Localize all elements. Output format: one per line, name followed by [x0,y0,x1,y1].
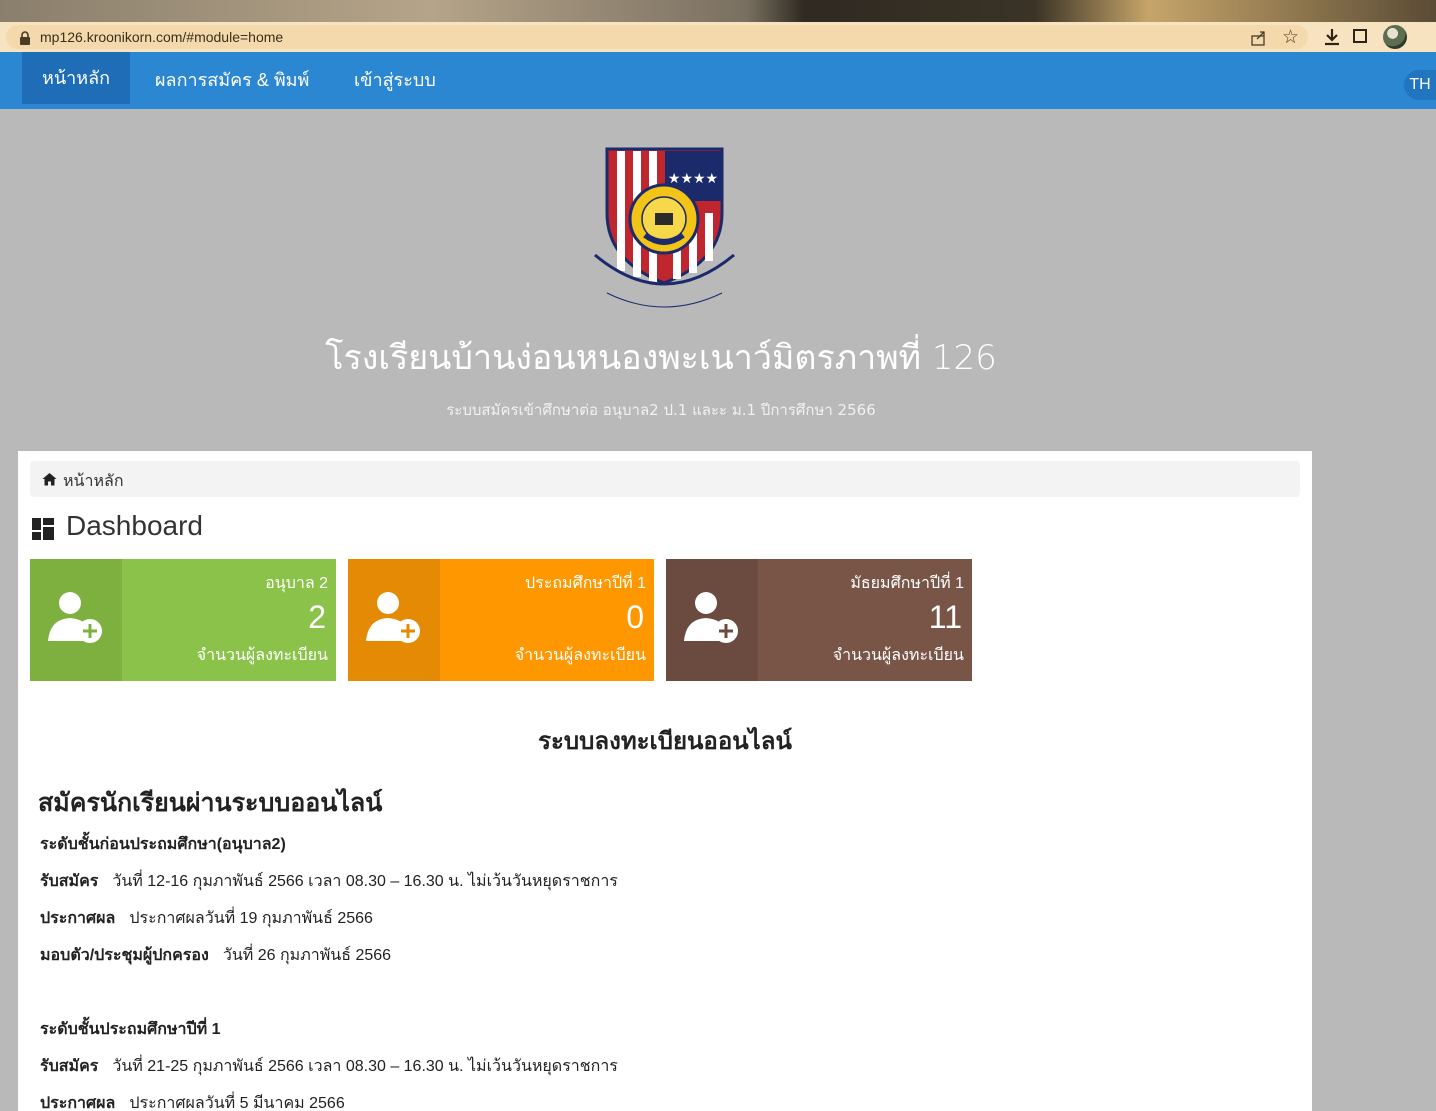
add-user-icon [684,592,738,643]
main-content-panel: หน้าหลัก Dashboard อนุบาล 2 2 จำนวนผู้ลง… [18,451,1312,1111]
logo-stars: ★★★★ [668,171,718,187]
card-caption: จำนวนผู้ลงทะเบียน [514,647,646,664]
announce-text: ประกาศผลวันที่ 5 มีนาคม 2566 [129,1095,345,1111]
main-navbar: หน้าหลัก ผลการสมัคร & พิมพ์ เข้าสู่ระบบ … [0,52,1436,109]
card-icon-box [348,559,440,681]
primary-heading-text: ระดับชั้นประถมศึกษาปีที่ 1 [40,1021,221,1038]
lock-icon [20,31,30,45]
stat-card-kindergarten[interactable]: อนุบาล 2 2 จำนวนผู้ลงทะเบียน [30,559,336,681]
card-count: 11 [928,599,962,635]
profile-avatar[interactable] [1383,25,1407,49]
card-caption: จำนวนผู้ลงทะเบียน [196,647,328,664]
dashboard-icon [32,518,54,540]
add-user-icon [48,592,102,643]
school-logo: ★★★★ [594,147,735,308]
announce-label: ประกาศผล [40,910,116,927]
share-icon[interactable] [1250,29,1268,47]
breadcrumb: หน้าหลัก [30,461,1300,497]
announce-text: ประกาศผลวันที่ 19 กุมภาพันธ์ 2566 [129,910,373,927]
card-label: ประถมศึกษาปีที่ 1 [525,575,646,592]
language-switch[interactable]: TH [1404,70,1436,100]
announce-label: ประกาศผล [40,1095,116,1111]
nav-home[interactable]: หน้าหลัก [22,52,131,104]
report-text: วันที่ 26 กุมภาพันธ์ 2566 [222,947,392,964]
home-icon [42,473,57,486]
nav-login[interactable]: เข้าสู่ระบบ [354,52,436,109]
dashboard-title: Dashboard [66,510,203,541]
stat-card-secondary-1[interactable]: มัธยมศึกษาปีที่ 1 11 จำนวนผู้ลงทะเบียน [666,559,972,681]
download-icon[interactable] [1322,27,1342,47]
bookmark-star-icon[interactable]: ☆ [1282,26,1299,48]
breadcrumb-home[interactable]: หน้าหลัก [63,469,124,494]
apply-text: วันที่ 12-16 กุมภาพันธ์ 2566 เวลา 08.30 … [112,873,618,890]
kindergarten-report-line: มอบตัว/ประชุมผู้ปกครอง วันที่ 26 กุมภาพัน… [40,943,391,968]
kindergarten-apply-line: รับสมัคร วันที่ 12-16 กุมภาพันธ์ 2566 เวล… [40,869,618,894]
school-name: โรงเรียนบ้านง่อนหนองพะเนาว์มิตรภาพที่ 12… [325,338,997,378]
card-icon-box [30,559,122,681]
card-caption: จำนวนผู้ลงทะเบียน [832,647,964,664]
school-subtitle: ระบบสมัครเข้าศึกษาต่อ อนุบาล2 ป.1 และะ ม… [446,401,876,419]
url-text: mp126.kroonikorn.com/#module=home [40,29,284,45]
apply-text: วันที่ 21-25 กุมภาพันธ์ 2566 เวลา 08.30 … [112,1058,618,1075]
primary-heading: ระดับชั้นประถมศึกษาปีที่ 1 [40,1017,221,1042]
background-photo-strip [0,0,1436,22]
browser-address-bar: mp126.kroonikorn.com/#module=home ☆ [0,22,1436,52]
side-panel-icon[interactable] [1353,29,1367,43]
apply-label: รับสมัคร [40,873,99,890]
add-user-icon [366,592,420,643]
stat-card-primary-1[interactable]: ประถมศึกษาปีที่ 1 0 จำนวนผู้ลงทะเบียน [348,559,654,681]
card-icon-box [666,559,758,681]
report-label: มอบตัว/ประชุมผู้ปกครอง [40,947,209,964]
section-title: ระบบลงทะเบียนออนไลน์ [538,728,792,755]
card-count: 2 [308,599,326,635]
card-label: อนุบาล 2 [265,575,328,592]
card-label: มัธยมศึกษาปีที่ 1 [850,575,964,592]
url-field[interactable]: mp126.kroonikorn.com/#module=home ☆ [6,25,1308,49]
primary-announce-line: ประกาศผล ประกาศผลวันที่ 5 มีนาคม 2566 [40,1091,345,1111]
kindergarten-announce-line: ประกาศผล ประกาศผลวันที่ 19 กุมภาพันธ์ 256… [40,906,373,931]
nav-results-print[interactable]: ผลการสมัคร & พิมพ์ [155,52,309,109]
sub-title: สมัครนักเรียนผ่านระบบออนไลน์ [38,789,383,817]
apply-label: รับสมัคร [40,1058,99,1075]
card-count: 0 [626,599,644,635]
primary-apply-line: รับสมัคร วันที่ 21-25 กุมภาพันธ์ 2566 เวล… [40,1054,618,1079]
kindergarten-heading-text: ระดับชั้นก่อนประถมศึกษา(อนุบาล2) [40,836,286,853]
kindergarten-heading: ระดับชั้นก่อนประถมศึกษา(อนุบาล2) [40,832,286,857]
